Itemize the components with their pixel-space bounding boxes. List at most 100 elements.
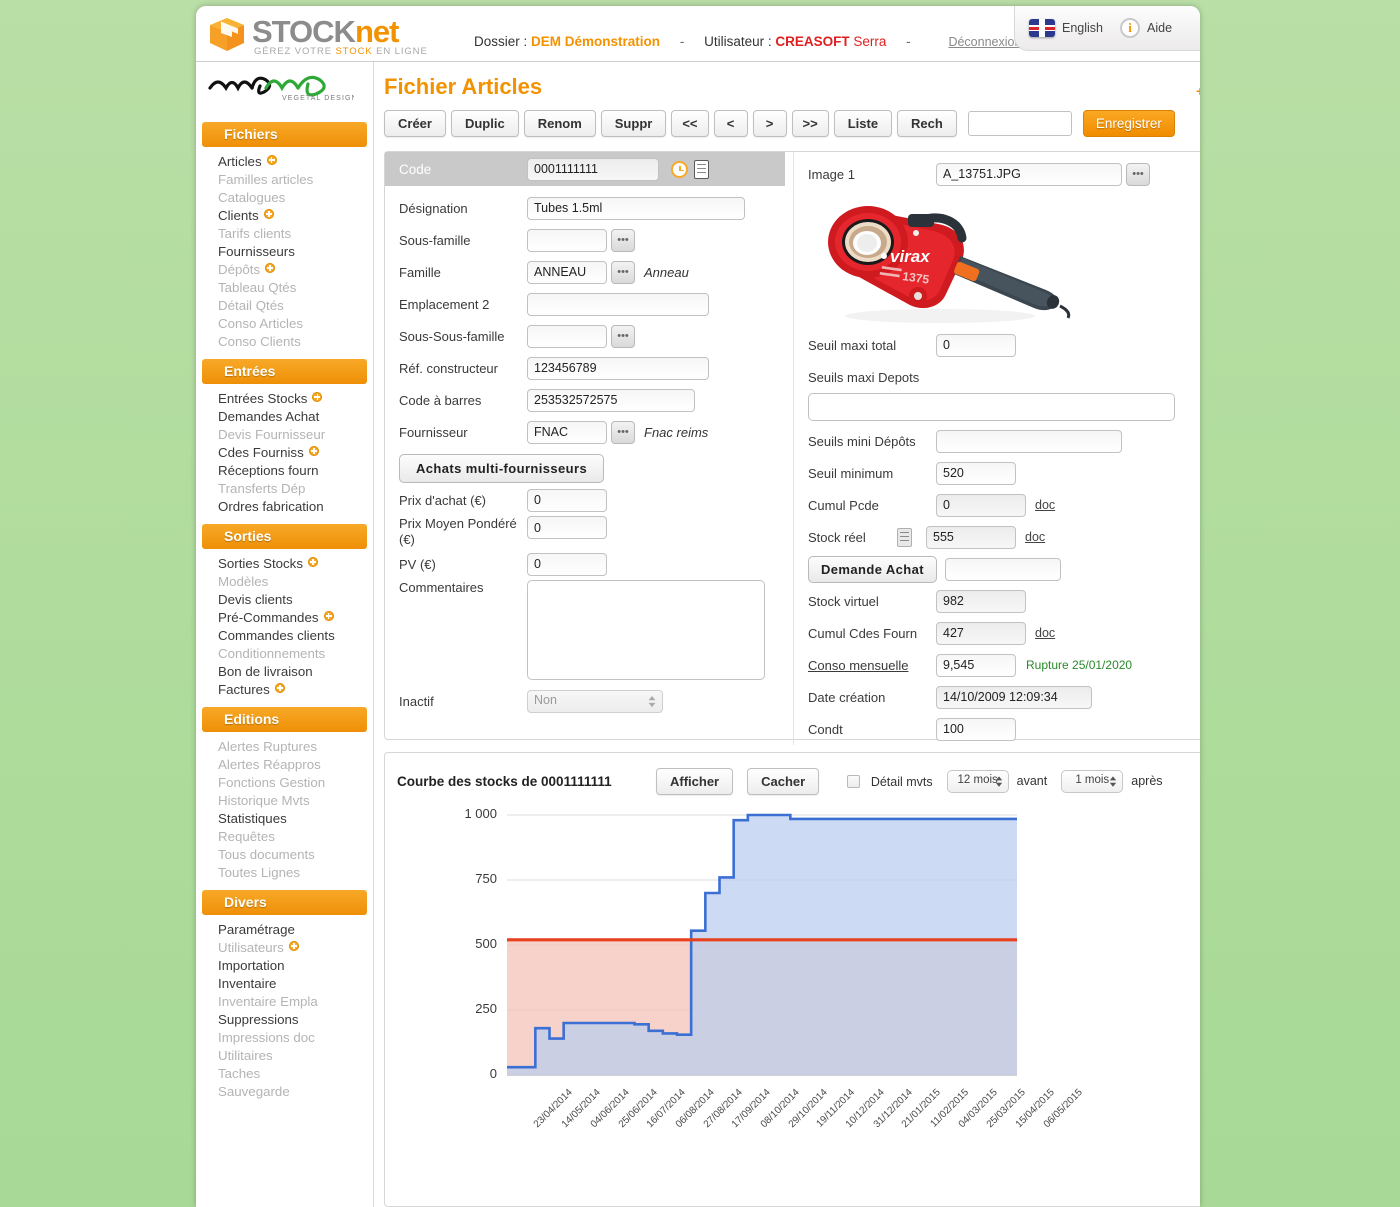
sidebar-item-conditionnements[interactable]: Conditionnements <box>218 645 373 663</box>
new-document-icon[interactable]: + <box>1196 77 1200 99</box>
seuils-mini-depots-input[interactable] <box>936 430 1122 453</box>
demande-achat-input[interactable] <box>945 558 1061 581</box>
sidebar-item-mod-les[interactable]: Modèles <box>218 573 373 591</box>
duplic-button[interactable]: Duplic <box>451 110 519 137</box>
commentaires-textarea[interactable] <box>527 580 765 680</box>
sidebar-item-conso-clients[interactable]: Conso Clients <box>218 333 373 351</box>
stock-reel-doc-link[interactable]: doc <box>1025 530 1045 544</box>
plus-icon[interactable] <box>312 392 322 402</box>
search-input[interactable] <box>968 111 1072 136</box>
cacher-button[interactable]: Cacher <box>747 768 819 795</box>
sidebar-item-inventaire-empla[interactable]: Inventaire Empla <box>218 993 373 1011</box>
sidebar-item-entr-es-stocks[interactable]: Entrées Stocks <box>218 390 373 408</box>
achats-multi-fournisseurs-button[interactable]: Achats multi-fournisseurs <box>399 454 604 483</box>
sidebar-item-ordres-fabrication[interactable]: Ordres fabrication <box>218 498 373 516</box>
sidebar-item-utilisateurs[interactable]: Utilisateurs <box>218 939 373 957</box>
sidebar-item-bon-de-livraison[interactable]: Bon de livraison <box>218 663 373 681</box>
code-input[interactable] <box>527 158 659 181</box>
plus-icon[interactable] <box>309 446 319 456</box>
sidebar-item-sorties-stocks[interactable]: Sorties Stocks <box>218 555 373 573</box>
sidebar-item-alertes-ruptures[interactable]: Alertes Ruptures <box>218 738 373 756</box>
seuil-minimum-input[interactable] <box>936 462 1016 485</box>
first-record-button[interactable]: << <box>671 110 708 137</box>
date-creation-input[interactable] <box>936 686 1092 709</box>
logout-link[interactable]: Déconnexion <box>948 35 1021 49</box>
sidebar-item-commandes-clients[interactable]: Commandes clients <box>218 627 373 645</box>
language-label[interactable]: English <box>1062 21 1103 35</box>
sidebar-item-taches[interactable]: Taches <box>218 1065 373 1083</box>
info-icon[interactable]: i <box>1120 18 1140 38</box>
sous-sous-famille-input[interactable] <box>527 325 607 348</box>
pmp-input[interactable] <box>527 516 607 539</box>
plus-icon[interactable] <box>265 263 275 273</box>
demande-achat-button[interactable]: Demande Achat <box>808 556 937 583</box>
cumul-pcde-doc-link[interactable]: doc <box>1035 498 1055 512</box>
sidebar-item-transferts-d-p[interactable]: Transferts Dép <box>218 480 373 498</box>
sidebar-item-statistiques[interactable]: Statistiques <box>218 810 373 828</box>
sidebar-item-conso-articles[interactable]: Conso Articles <box>218 315 373 333</box>
sous-famille-input[interactable] <box>527 229 607 252</box>
designation-input[interactable] <box>527 197 745 220</box>
cumul-cdes-fourn-input[interactable] <box>936 622 1026 645</box>
sidebar-item-toutes-lignes[interactable]: Toutes Lignes <box>218 864 373 882</box>
liste-button[interactable]: Liste <box>834 110 892 137</box>
prix-achat-input[interactable] <box>527 489 607 512</box>
code-barres-input[interactable] <box>527 389 695 412</box>
fournisseur-input[interactable] <box>527 421 607 444</box>
sidebar-item-demandes-achat[interactable]: Demandes Achat <box>218 408 373 426</box>
famille-input[interactable] <box>527 261 607 284</box>
famille-browse-icon[interactable]: ••• <box>611 261 635 284</box>
sidebar-item-familles-articles[interactable]: Familles articles <box>218 171 373 189</box>
notes-icon[interactable] <box>694 160 709 179</box>
fournisseur-browse-icon[interactable]: ••• <box>611 421 635 444</box>
sidebar-item-devis-fournisseur[interactable]: Devis Fournisseur <box>218 426 373 444</box>
sidebar-item-catalogues[interactable]: Catalogues <box>218 189 373 207</box>
sidebar-item-impressions-doc[interactable]: Impressions doc <box>218 1029 373 1047</box>
logo[interactable]: STOCKnet GÉREZ VOTRE STOCK EN LIGNE <box>208 14 438 58</box>
enregistrer-button[interactable]: Enregistrer <box>1083 110 1175 137</box>
rech-button[interactable]: Rech <box>897 110 957 137</box>
detail-mvts-control[interactable]: Détail mvts <box>847 774 932 789</box>
inactif-select[interactable]: Non <box>527 690 663 713</box>
next-record-button[interactable]: > <box>753 110 787 137</box>
suppr-button[interactable]: Suppr <box>601 110 667 137</box>
help-label[interactable]: Aide <box>1147 21 1172 35</box>
sidebar-item-suppressions[interactable]: Suppressions <box>218 1011 373 1029</box>
previous-record-button[interactable]: < <box>714 110 748 137</box>
cumul-cdes-fourn-doc-link[interactable]: doc <box>1035 626 1055 640</box>
sidebar-item-clients[interactable]: Clients <box>218 207 373 225</box>
sidebar-item-utilitaires[interactable]: Utilitaires <box>218 1047 373 1065</box>
last-record-button[interactable]: >> <box>792 110 829 137</box>
after-period-select[interactable]: 1 mois <box>1061 770 1123 793</box>
sidebar-item-tous-documents[interactable]: Tous documents <box>218 846 373 864</box>
sidebar-item-requ-tes[interactable]: Requêtes <box>218 828 373 846</box>
stock-virtuel-input[interactable] <box>936 590 1026 613</box>
sidebar-item-tarifs-clients[interactable]: Tarifs clients <box>218 225 373 243</box>
sidebar-item-fonctions-gestion[interactable]: Fonctions Gestion <box>218 774 373 792</box>
image1-browse-icon[interactable]: ••• <box>1126 163 1150 186</box>
sidebar-item-d-p-ts[interactable]: Dépôts <box>218 261 373 279</box>
cumul-pcde-input[interactable] <box>936 494 1026 517</box>
history-clock-icon[interactable] <box>671 161 688 178</box>
renom-button[interactable]: Renom <box>524 110 596 137</box>
plus-icon[interactable] <box>275 683 285 693</box>
sidebar-item-sauvegarde[interactable]: Sauvegarde <box>218 1083 373 1101</box>
pv-input[interactable] <box>527 553 607 576</box>
plus-icon[interactable] <box>267 155 277 165</box>
detail-mvts-checkbox[interactable] <box>847 775 860 788</box>
conso-mensuelle-input[interactable] <box>936 654 1016 677</box>
creer-button[interactable]: Créer <box>384 110 446 137</box>
sous-sous-famille-browse-icon[interactable]: ••• <box>611 325 635 348</box>
sidebar-item-tableau-qt-s[interactable]: Tableau Qtés <box>218 279 373 297</box>
sidebar-item-d-tail-qt-s[interactable]: Détail Qtés <box>218 297 373 315</box>
sidebar-item-articles[interactable]: Articles <box>218 153 373 171</box>
sous-famille-browse-icon[interactable]: ••• <box>611 229 635 252</box>
sidebar-item-pr-commandes[interactable]: Pré-Commandes <box>218 609 373 627</box>
sidebar-item-param-trage[interactable]: Paramétrage <box>218 921 373 939</box>
sidebar-item-historique-mvts[interactable]: Historique Mvts <box>218 792 373 810</box>
sidebar-item-fournisseurs[interactable]: Fournisseurs <box>218 243 373 261</box>
conso-mensuelle-link[interactable]: Conso mensuelle <box>808 658 936 673</box>
sidebar-item-factures[interactable]: Factures <box>218 681 373 699</box>
stock-note-icon[interactable] <box>897 528 912 547</box>
sidebar-item-devis-clients[interactable]: Devis clients <box>218 591 373 609</box>
